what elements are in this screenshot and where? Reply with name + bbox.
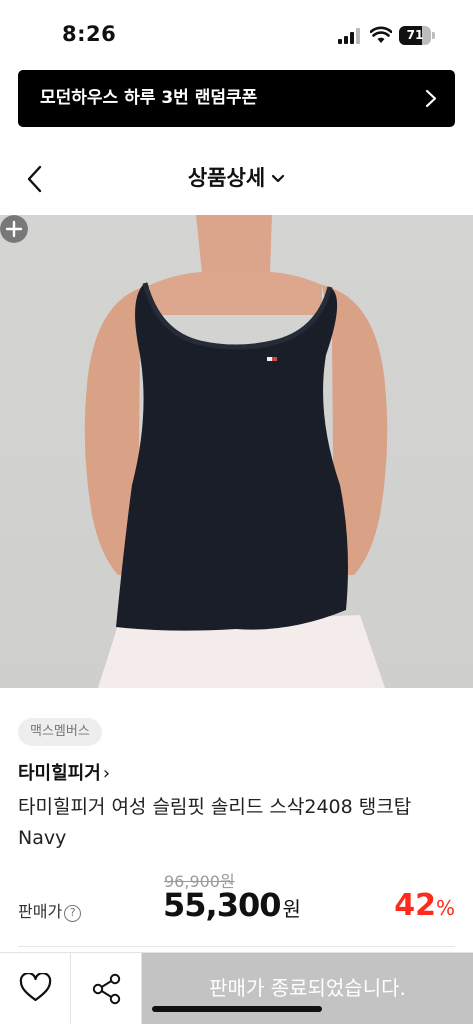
- battery-icon: 71: [399, 26, 435, 45]
- cellular-signal-icon: [338, 28, 360, 44]
- chevron-right-icon: [425, 89, 437, 108]
- help-icon[interactable]: ?: [64, 905, 82, 922]
- brand-link[interactable]: 타미힐피거 ›: [18, 759, 110, 785]
- price-label: 판매가: [18, 902, 63, 921]
- wifi-icon: [370, 26, 392, 43]
- coupon-banner[interactable]: 모던하우스 하루 3번 랜덤쿠폰: [18, 70, 455, 127]
- page-title: 상품상세: [187, 166, 266, 190]
- soldout-button: 판매가 종료되었습니다.: [142, 953, 473, 1024]
- brand-name: 타미힐피거: [18, 763, 101, 784]
- share-icon: [92, 973, 121, 1005]
- share-button[interactable]: [71, 953, 142, 1024]
- sale-price-unit: 원: [282, 897, 301, 921]
- sale-price-value: 55,300: [163, 886, 281, 924]
- discount-unit: %: [435, 896, 455, 920]
- page-title-dropdown[interactable]: 상품상세: [0, 162, 473, 192]
- coupon-banner-text: 모던하우스 하루 3번 랜덤쿠폰: [40, 88, 258, 108]
- product-name: 타미힐피거 여성 슬림핏 솔리드 스삭2408 탱크탑 Navy: [18, 796, 412, 849]
- brand-arrow-icon: ›: [102, 763, 111, 784]
- status-time: 8:26: [62, 22, 117, 46]
- sale-price: 55,300 원: [163, 886, 301, 924]
- discount-rate: 42%: [394, 888, 455, 923]
- discount-value: 42: [394, 888, 436, 923]
- membership-badge: 맥스멤버스: [18, 718, 102, 746]
- price-label-group: 판매가?: [18, 898, 82, 922]
- chevron-down-icon: [272, 174, 285, 183]
- zoom-plus-icon[interactable]: [0, 215, 28, 243]
- divider: [18, 946, 455, 947]
- heart-icon: [19, 973, 52, 1002]
- product-photo-illustration: [84, 215, 388, 688]
- status-bar: 8:26 71: [0, 0, 473, 70]
- battery-level-text: 71: [406, 28, 424, 42]
- product-image[interactable]: 1/1: [0, 215, 473, 688]
- bottom-action-bar: 판매가 종료되었습니다.: [0, 952, 473, 1024]
- home-indicator: [152, 1006, 322, 1012]
- wishlist-button[interactable]: [0, 953, 71, 1024]
- page-header: 상품상세: [0, 140, 473, 215]
